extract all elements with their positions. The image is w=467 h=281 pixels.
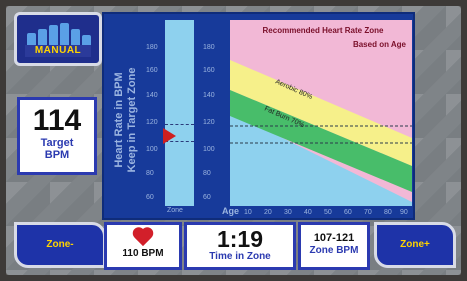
heart-icon [132, 228, 154, 248]
target-bpm-value: 114 [32, 104, 82, 137]
zone-plus-button[interactable]: Zone+ [374, 222, 456, 268]
time-in-zone-caption: Time in Zone [209, 251, 271, 262]
target-zone-strip [165, 20, 194, 206]
x-tick: 60 [344, 209, 352, 216]
y-tick-right: 100 [203, 146, 215, 153]
heart-rate-tile: 110 BPM [104, 222, 182, 270]
zone-high-line [165, 124, 194, 125]
target-bpm-label-1: Target [40, 137, 74, 149]
target-bpm-label-2: BPM [44, 149, 70, 161]
chart-title-line2: Based on Age [352, 40, 406, 49]
manual-button[interactable]: MANUAL [14, 12, 102, 66]
x-tick: 70 [364, 209, 372, 216]
x-tick: 30 [284, 209, 292, 216]
y-tick-left: 180 [146, 44, 158, 51]
y-axis-label-line1: Heart Rate in BPM [113, 72, 125, 168]
bar-graph-icon [27, 23, 91, 47]
chart-title: Recommended Heart Rate Zone Based on Age [234, 26, 412, 50]
chart-title-line1: Recommended Heart Rate Zone [262, 26, 384, 35]
y-tick-left: 120 [146, 119, 158, 126]
y-tick-right: 180 [203, 44, 215, 51]
zone-bpm-tile: 107-121 Zone BPM [298, 222, 370, 270]
y-tick-left: 160 [146, 67, 158, 74]
heart-rate-value: 110 BPM [122, 248, 164, 259]
manual-button-label: MANUAL [25, 45, 91, 57]
target-bpm-display: 114 Target BPM [17, 97, 97, 175]
y-tick-right: 140 [203, 92, 215, 99]
y-tick-right: 160 [203, 67, 215, 74]
x-axis-label: Age [222, 206, 240, 216]
y-tick-left: 100 [146, 146, 158, 153]
x-tick: 20 [264, 209, 272, 216]
zone-bpm-caption: Zone BPM [309, 245, 359, 256]
current-heart-rate-marker [163, 128, 176, 144]
x-tick: 90 [400, 209, 408, 216]
time-in-zone-tile: 1:19 Time in Zone [184, 222, 296, 270]
y-axis-label-line2: Keep in Target Zone [126, 67, 138, 173]
x-tick: 40 [304, 209, 312, 216]
time-in-zone-value: 1:19 [216, 226, 264, 252]
zone-minus-button[interactable]: Zone- [14, 222, 106, 268]
y-axis-label: Heart Rate in BPM Keep in Target Zone [110, 40, 142, 200]
y-tick-left: 60 [146, 194, 154, 201]
y-tick-left: 80 [146, 170, 154, 177]
y-tick-right: 60 [203, 194, 211, 201]
y-tick-right: 120 [203, 119, 215, 126]
x-tick: 80 [384, 209, 392, 216]
x-tick: 10 [244, 209, 252, 216]
y-tick-left: 140 [146, 92, 158, 99]
zone-bpm-range: 107-121 [313, 232, 355, 244]
y-tick-right: 80 [203, 170, 211, 177]
x-tick: 50 [324, 209, 332, 216]
zone-strip-label: Zone [167, 207, 183, 214]
